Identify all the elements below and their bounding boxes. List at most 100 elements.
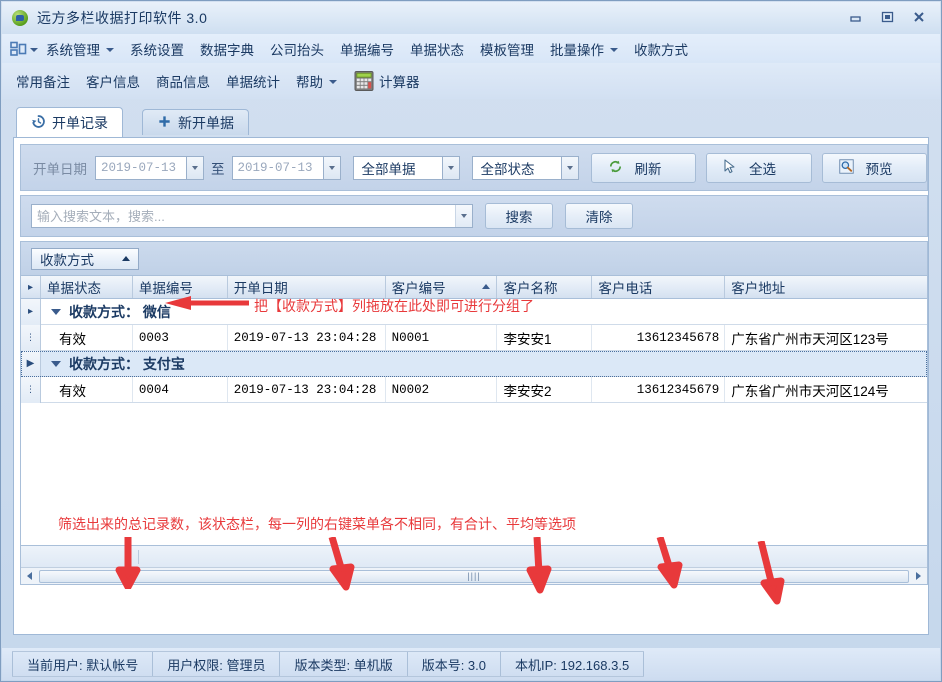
row-indicator: ⋮ (21, 376, 41, 403)
collapse-expand-icon[interactable] (51, 308, 61, 315)
menu-item-data-dictionary[interactable]: 数据字典 (192, 36, 262, 62)
chevron-down-icon (30, 47, 38, 52)
scroll-right-button[interactable] (910, 569, 927, 584)
menu-label: 系统管理 (46, 42, 100, 58)
window-title: 远方多栏收据打印软件 3.0 (37, 10, 208, 26)
filter-toolbar: 开单日期 2019-07-13 至 2019-07-13 全部单据 全部状态 刷… (20, 144, 928, 191)
grid-header-row: ▸ 单据状态 单据编号 开单日期 客户编号 客户名称 客户电话 客户地址 (21, 276, 927, 299)
table-row[interactable]: ⋮ 有效 0004 2019-07-13 23:04:28 N0002 李安安2… (21, 376, 927, 403)
cell-customer-address: 广东省广州市天河区124号 (731, 383, 889, 399)
table-row[interactable]: ⋮ 有效 0003 2019-07-13 23:04:28 N0001 李安安1… (21, 324, 927, 351)
tab-new-bill[interactable]: 新开单据 (142, 109, 249, 135)
grid-summary-row[interactable]: 2 (21, 545, 927, 567)
menu-item-company-header[interactable]: 公司抬头 (262, 36, 332, 62)
doc-status-select[interactable]: 全部状态 (471, 155, 579, 180)
chevron-down-icon (328, 165, 335, 170)
menu-item-customer-info[interactable]: 客户信息 (78, 68, 148, 94)
column-header-customer-name[interactable]: 客户名称 (497, 276, 593, 298)
date-to-picker[interactable]: 2019-07-13 (231, 155, 341, 180)
group-header-row[interactable]: ▶ 收款方式： 支付宝 (21, 350, 927, 377)
menu-bar-secondary: 常用备注 客户信息 商品信息 单据统计 帮助 计算器 (2, 63, 940, 99)
menu-item-product-info[interactable]: 商品信息 (148, 68, 218, 94)
row-indicator: ▸ (21, 298, 41, 325)
menu-item-batch-operation[interactable]: 批量操作 (542, 36, 626, 62)
doc-type-select[interactable]: 全部单据 (352, 155, 460, 180)
chevron-down-icon (447, 165, 454, 170)
search-input[interactable] (32, 207, 455, 225)
close-button[interactable] (904, 6, 934, 28)
cell-customer-no: N0001 (386, 325, 498, 350)
calculator-icon[interactable] (353, 70, 375, 92)
menu-item-calculator[interactable]: 计算器 (375, 68, 428, 94)
date-to-value: 2019-07-13 (231, 155, 324, 180)
group-header-row[interactable]: ▸ 收款方式： 微信 (21, 298, 927, 325)
menu-item-doc-status[interactable]: 单据状态 (402, 36, 472, 62)
preview-button[interactable]: 预览 (821, 152, 927, 183)
column-header-doc-status[interactable]: 单据状态 (41, 276, 133, 298)
window-controls (840, 6, 934, 28)
menu-item-doc-number[interactable]: 单据编号 (332, 36, 402, 62)
chevron-down-icon (192, 165, 198, 170)
chevron-left-icon (27, 572, 32, 580)
menu-item-template-manage[interactable]: 模板管理 (472, 36, 542, 62)
menu-item-system-manage[interactable]: 系统管理 (38, 36, 122, 62)
clear-button[interactable]: 清除 (565, 203, 633, 229)
date-from-picker[interactable]: 2019-07-13 (95, 155, 204, 180)
refresh-button[interactable]: 刷新 (590, 152, 696, 183)
history-icon (31, 114, 46, 132)
chevron-down-icon (329, 80, 337, 84)
search-history-dropdown-button[interactable] (455, 205, 472, 227)
tab-label: 新开单据 (178, 114, 234, 131)
status-local-ip: 本机IP: 192.168.3.5 (501, 652, 645, 676)
menu-label: 批量操作 (550, 42, 604, 58)
status-current-user: 当前用户: 默认帐号 (12, 652, 154, 676)
menu-label: 商品信息 (156, 75, 210, 90)
column-header-bill-date[interactable]: 开单日期 (228, 276, 386, 298)
group-by-panel[interactable]: 收款方式 (20, 241, 928, 275)
minimize-button[interactable] (840, 6, 870, 28)
chevron-right-icon (916, 572, 921, 580)
menu-item-payment-method[interactable]: 收款方式 (626, 36, 696, 62)
select-all-button[interactable]: 全选 (706, 152, 812, 183)
menu-label: 帮助 (296, 75, 323, 90)
status-version-no: 版本号: 3.0 (408, 652, 501, 676)
records-grid: ▸ 单据状态 单据编号 开单日期 客户编号 客户名称 客户电话 客户地址 ▸ 收… (20, 275, 928, 585)
date-between-label: 至 (211, 161, 225, 177)
cursor-icon (723, 158, 737, 177)
menu-label: 系统设置 (130, 42, 184, 58)
cell-doc-number: 0003 (133, 325, 228, 350)
menu-item-help[interactable]: 帮助 (288, 68, 345, 94)
cell-customer-phone: 13612345678 (592, 325, 726, 350)
scroll-thumb[interactable]: |||| (39, 569, 909, 583)
doc-type-dropdown-button[interactable] (442, 155, 460, 180)
doc-status-dropdown-button[interactable] (561, 155, 579, 180)
date-from-dropdown-button[interactable] (187, 155, 204, 180)
maximize-button[interactable] (872, 6, 902, 28)
cell-customer-address: 广东省广州市天河区123号 (731, 331, 889, 347)
column-header-doc-number[interactable]: 单据编号 (133, 276, 228, 298)
chevron-down-icon (106, 47, 114, 52)
status-version-type: 版本类型: 单机版 (280, 652, 408, 676)
collapse-expand-icon[interactable] (51, 360, 61, 367)
cell-customer-no: N0002 (386, 377, 498, 402)
tab-billing-records[interactable]: 开单记录 (16, 107, 123, 137)
preview-label: 预览 (865, 161, 893, 177)
grip-icon: |||| (467, 571, 481, 581)
app-menu-icon[interactable] (10, 41, 38, 57)
search-input-wrapper[interactable] (31, 204, 473, 228)
menu-item-common-notes[interactable]: 常用备注 (8, 68, 78, 94)
group-chip-payment-method[interactable]: 收款方式 (31, 247, 139, 270)
horizontal-scrollbar[interactable]: |||| (21, 567, 927, 584)
column-header-customer-address[interactable]: 客户地址 (725, 276, 927, 298)
column-header-customer-phone[interactable]: 客户电话 (592, 276, 726, 298)
date-range-label: 开单日期 (33, 161, 87, 177)
menu-label: 公司抬头 (270, 42, 324, 58)
menu-item-system-settings[interactable]: 系统设置 (122, 36, 192, 62)
row-indicator-current: ▶ (21, 350, 41, 377)
search-button[interactable]: 搜索 (485, 203, 553, 229)
date-to-dropdown-button[interactable] (323, 155, 341, 180)
column-header-customer-no[interactable]: 客户编号 (386, 276, 498, 298)
menu-item-doc-statistics[interactable]: 单据统计 (218, 68, 288, 94)
cell-bill-date: 2019-07-13 23:04:28 (228, 377, 386, 402)
scroll-left-button[interactable] (21, 569, 38, 584)
